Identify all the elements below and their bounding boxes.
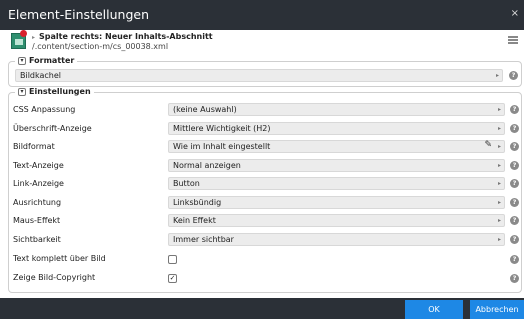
- dialog-title: Element-Einstellungen: [8, 7, 149, 22]
- setting-select-value: Mittlere Wichtigkeit (H2): [173, 124, 271, 133]
- select-arrow-icon: ▸: [497, 236, 501, 243]
- setting-select[interactable]: Normal anzeigen ▸: [168, 159, 505, 172]
- hamburger-menu-icon[interactable]: [508, 36, 518, 44]
- settings-legend: ▾ Einstellungen: [15, 87, 94, 96]
- resource-info: ▸ Spalte rechts: Neuer Inhalts-Abschnitt…: [8, 30, 520, 53]
- formatter-select-value: Bildkachel: [20, 71, 62, 80]
- setting-label: Sichtbarkeit: [13, 235, 61, 244]
- cancel-button[interactable]: Abbrechen: [470, 300, 524, 319]
- setting-label: Bildformat: [13, 142, 55, 151]
- formatter-group: ▾ Formatter Bildkachel ▸ ?: [8, 56, 522, 87]
- help-icon[interactable]: ?: [510, 255, 519, 264]
- status-dot-icon: [20, 30, 27, 37]
- setting-select-value: Kein Effekt: [173, 216, 216, 225]
- dialog-titlebar: Element-Einstellungen ×: [0, 0, 524, 30]
- help-icon[interactable]: ?: [510, 105, 519, 114]
- setting-select-value: Immer sichtbar: [173, 235, 234, 244]
- setting-select-value: (keine Auswahl): [173, 105, 237, 114]
- checkbox-unchecked[interactable]: [168, 255, 177, 264]
- setting-label: Text-Anzeige: [13, 161, 64, 170]
- collapse-toggle-icon[interactable]: ▾: [18, 56, 26, 65]
- help-icon[interactable]: ?: [510, 161, 519, 170]
- formatter-select[interactable]: Bildkachel ▸: [15, 69, 503, 82]
- setting-select-value: Wie im Inhalt eingestellt: [173, 142, 271, 151]
- setting-select[interactable]: Button ▸: [168, 177, 505, 190]
- setting-label: Maus-Effekt: [13, 216, 61, 225]
- help-icon[interactable]: ?: [510, 274, 519, 283]
- resource-path: /.content/section-m/cs_00038.xml: [32, 42, 169, 51]
- close-icon[interactable]: ×: [511, 8, 519, 19]
- resource-title: Spalte rechts: Neuer Inhalts-Abschnitt: [39, 32, 213, 41]
- select-arrow-icon: ▸: [497, 199, 501, 206]
- help-icon[interactable]: ?: [510, 216, 519, 225]
- setting-label: CSS Anpassung: [13, 105, 76, 114]
- select-arrow-icon: ▸: [497, 125, 501, 132]
- select-arrow-icon: ▸: [497, 162, 501, 169]
- ok-button[interactable]: OK: [405, 300, 463, 319]
- setting-select-value: Linksbündig: [173, 198, 222, 207]
- select-arrow-icon: ▸: [497, 217, 501, 224]
- help-icon[interactable]: ?: [510, 198, 519, 207]
- setting-select[interactable]: Immer sichtbar ▸: [168, 233, 505, 246]
- help-icon[interactable]: ?: [509, 71, 518, 80]
- setting-select[interactable]: Linksbündig ▸: [168, 196, 505, 209]
- pencil-icon[interactable]: ✎: [484, 140, 492, 151]
- setting-label: Ausrichtung: [13, 198, 62, 207]
- help-icon[interactable]: ?: [510, 142, 519, 151]
- select-arrow-icon: ▸: [495, 72, 499, 79]
- help-icon[interactable]: ?: [510, 179, 519, 188]
- caret-right-icon: ▸: [32, 34, 36, 41]
- checkbox-label: Zeige Bild-Copyright: [13, 273, 96, 282]
- dialog-footer: OK Abbrechen: [0, 298, 524, 319]
- checkbox-checked[interactable]: ✓: [168, 274, 177, 283]
- setting-select-value: Button: [173, 179, 200, 188]
- checkbox-label: Text komplett über Bild: [13, 254, 106, 263]
- select-arrow-icon: ▸: [497, 106, 501, 113]
- formatter-legend: ▾ Formatter: [15, 56, 78, 65]
- setting-select[interactable]: (keine Auswahl) ▸: [168, 103, 505, 116]
- help-icon[interactable]: ?: [510, 235, 519, 244]
- settings-legend-label: Einstellungen: [29, 87, 91, 96]
- setting-select[interactable]: Mittlere Wichtigkeit (H2) ▸: [168, 122, 505, 135]
- help-icon[interactable]: ?: [510, 124, 519, 133]
- setting-select[interactable]: Wie im Inhalt eingestellt ✎ ▸: [168, 140, 505, 153]
- formatter-legend-label: Formatter: [29, 56, 75, 65]
- select-arrow-icon: ▸: [497, 180, 501, 187]
- setting-select[interactable]: Kein Effekt ▸: [168, 214, 505, 227]
- setting-select-value: Normal anzeigen: [173, 161, 241, 170]
- setting-label: Link-Anzeige: [13, 179, 64, 188]
- select-arrow-icon: ▸: [497, 143, 501, 150]
- setting-label: Überschrift-Anzeige: [13, 124, 92, 133]
- collapse-toggle-icon[interactable]: ▾: [18, 87, 26, 96]
